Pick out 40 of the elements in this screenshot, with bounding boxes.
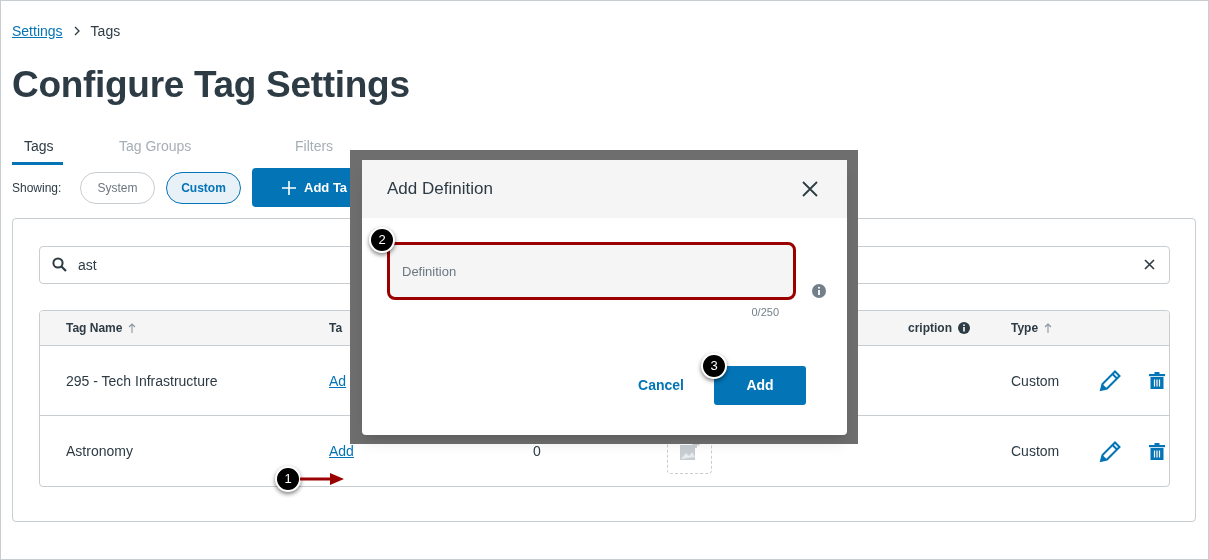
page-title: Configure Tag Settings [12, 63, 411, 107]
tab[interactable]: Tags [12, 130, 63, 165]
close-icon [802, 181, 818, 197]
clear-icon [1144, 259, 1155, 270]
sort-arrow-icon [128, 323, 137, 333]
character-counter: 0/250 [751, 305, 779, 320]
breadcrumb-link[interactable]: Settings [12, 20, 63, 42]
column-header: cription [908, 320, 952, 337]
plus-icon [282, 180, 296, 195]
tag-name: 295 - Tech Infrastructure [66, 372, 218, 389]
filter-pill[interactable]: System [80, 171, 155, 204]
info-icon [812, 284, 826, 298]
column-header: Tag Name [66, 320, 123, 337]
edit-button[interactable] [1098, 439, 1122, 463]
tag-type: Custom [1011, 372, 1060, 389]
filter-pill[interactable]: Custom [166, 171, 241, 204]
showing-label: Showing: [12, 179, 63, 197]
edit-button[interactable] [1098, 368, 1122, 393]
breadcrumb-current: Tags [90, 21, 121, 41]
delete-button[interactable] [1148, 370, 1166, 391]
pencil-icon [1098, 369, 1122, 392]
definition-field[interactable]: Definition [387, 242, 796, 300]
close-button[interactable] [801, 180, 819, 198]
info-icon [958, 322, 970, 334]
usage-count: 0 [533, 443, 541, 459]
sort-arrow-icon [1044, 323, 1053, 333]
trash-icon [1149, 372, 1165, 389]
search-icon [52, 257, 67, 272]
step-callout: 1 [275, 466, 301, 492]
delete-button[interactable] [1148, 441, 1166, 461]
tag-name: Astronomy [66, 443, 133, 459]
pencil-icon [1098, 439, 1122, 463]
cancel-button[interactable]: Cancel [638, 374, 684, 396]
add-definition-link[interactable]: Ad [329, 372, 347, 389]
column-header: Ta [329, 320, 343, 337]
chevron-right-icon [72, 26, 81, 36]
tag-type: Custom [1011, 443, 1060, 459]
trash-icon [1149, 442, 1165, 460]
column-header: Type [1011, 320, 1039, 337]
add-definition-link[interactable]: Add [329, 443, 354, 459]
